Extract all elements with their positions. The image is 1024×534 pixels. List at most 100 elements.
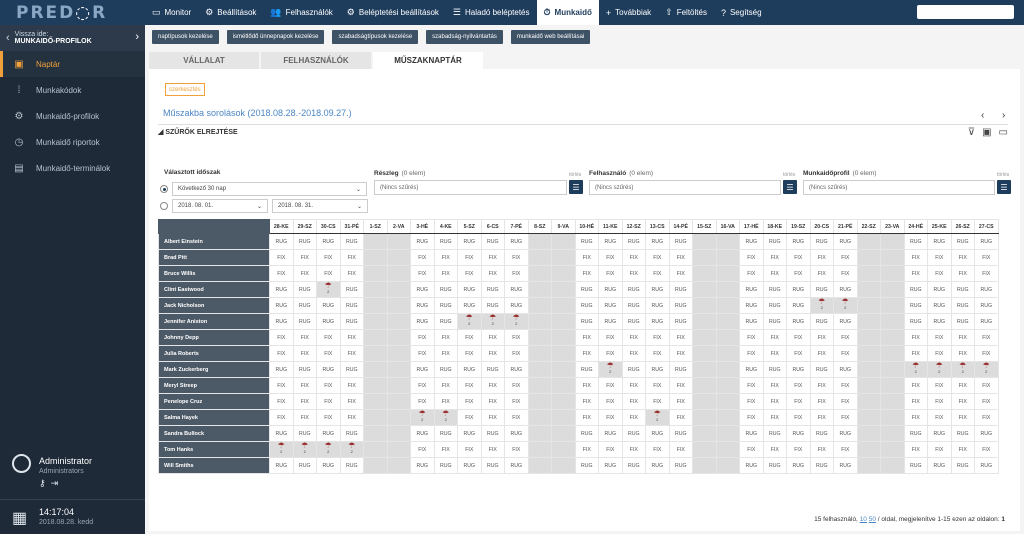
sidebar-item-terminal[interactable]: ▤ Munkaidő-terminálok bbox=[0, 155, 145, 181]
shift-cell[interactable]: RUG bbox=[668, 425, 693, 442]
weekend-cell[interactable] bbox=[692, 457, 717, 474]
shift-cell[interactable]: RUG bbox=[292, 281, 317, 298]
sick-leave-cell[interactable]: ☂ bbox=[927, 361, 952, 378]
shift-cell[interactable]: FIX bbox=[574, 345, 599, 362]
shift-cell[interactable]: RUG bbox=[269, 297, 294, 314]
sick-leave-cell[interactable]: ☂ bbox=[316, 441, 341, 458]
shift-cell[interactable]: RUG bbox=[903, 425, 928, 442]
shift-cell[interactable]: FIX bbox=[457, 329, 482, 346]
shift-cell[interactable]: RUG bbox=[339, 457, 364, 474]
shift-cell[interactable]: RUG bbox=[645, 425, 670, 442]
shift-cell[interactable]: FIX bbox=[786, 409, 811, 426]
shift-cell[interactable]: FIX bbox=[927, 265, 952, 282]
shift-cell[interactable]: RUG bbox=[645, 233, 670, 250]
weekend-cell[interactable] bbox=[551, 377, 576, 394]
period-to-select[interactable]: 2018. 08. 31. ⌄ bbox=[272, 199, 368, 213]
shift-cell[interactable]: RUG bbox=[269, 425, 294, 442]
employee-name[interactable]: Tom Hanks bbox=[158, 441, 270, 458]
tab-1[interactable]: FELHASZNÁLÓK bbox=[261, 52, 371, 69]
employee-name[interactable]: Will Smiths bbox=[158, 457, 270, 474]
predator-logo[interactable]: PRED◌R bbox=[0, 3, 145, 23]
shift-cell[interactable]: FIX bbox=[950, 265, 975, 282]
shift-cell[interactable]: FIX bbox=[292, 265, 317, 282]
shift-cell[interactable]: RUG bbox=[809, 233, 834, 250]
shift-cell[interactable]: FIX bbox=[574, 393, 599, 410]
weekend-cell[interactable] bbox=[386, 297, 411, 314]
shift-cell[interactable]: FIX bbox=[621, 393, 646, 410]
weekend-cell[interactable] bbox=[386, 345, 411, 362]
shift-cell[interactable]: FIX bbox=[903, 345, 928, 362]
weekend-cell[interactable] bbox=[880, 409, 905, 426]
weekend-cell[interactable] bbox=[856, 425, 881, 442]
shift-cell[interactable]: FIX bbox=[762, 441, 787, 458]
shift-cell[interactable]: RUG bbox=[339, 297, 364, 314]
shift-cell[interactable]: RUG bbox=[645, 297, 670, 314]
weekend-cell[interactable] bbox=[363, 361, 388, 378]
shift-cell[interactable]: RUG bbox=[927, 425, 952, 442]
shift-cell[interactable]: FIX bbox=[903, 393, 928, 410]
key-icon[interactable]: ⚷ bbox=[39, 478, 46, 488]
filter-profile-list-icon[interactable]: ☰ bbox=[997, 180, 1011, 194]
shift-cell[interactable]: FIX bbox=[598, 409, 623, 426]
shift-cell[interactable]: FIX bbox=[739, 441, 764, 458]
shift-cell[interactable]: FIX bbox=[269, 393, 294, 410]
employee-name[interactable]: Mark Zuckerberg bbox=[158, 361, 270, 378]
weekend-cell[interactable] bbox=[551, 361, 576, 378]
sick-leave-cell[interactable]: ☂ bbox=[269, 441, 294, 458]
weekend-cell[interactable] bbox=[363, 313, 388, 330]
employee-name[interactable]: Jennifer Aniston bbox=[158, 313, 270, 330]
shift-cell[interactable]: RUG bbox=[739, 233, 764, 250]
topnav-users[interactable]: 👥 Felhasználók bbox=[263, 0, 339, 25]
shift-cell[interactable]: FIX bbox=[433, 441, 458, 458]
filter-user-input[interactable]: (Nincs szűrés) bbox=[589, 180, 781, 195]
shift-cell[interactable]: FIX bbox=[668, 393, 693, 410]
weekend-cell[interactable] bbox=[856, 409, 881, 426]
shift-cell[interactable]: FIX bbox=[833, 345, 858, 362]
shift-cell[interactable]: RUG bbox=[457, 425, 482, 442]
shift-cell[interactable]: FIX bbox=[786, 265, 811, 282]
weekend-cell[interactable] bbox=[386, 361, 411, 378]
shift-cell[interactable]: FIX bbox=[457, 409, 482, 426]
shift-cell[interactable]: FIX bbox=[903, 329, 928, 346]
weekend-cell[interactable] bbox=[715, 441, 740, 458]
shift-cell[interactable]: FIX bbox=[410, 249, 435, 266]
shift-cell[interactable]: FIX bbox=[809, 329, 834, 346]
shift-cell[interactable]: FIX bbox=[668, 329, 693, 346]
shift-cell[interactable]: RUG bbox=[598, 313, 623, 330]
shift-cell[interactable]: FIX bbox=[668, 441, 693, 458]
weekend-cell[interactable] bbox=[880, 297, 905, 314]
shift-cell[interactable]: RUG bbox=[574, 313, 599, 330]
weekend-cell[interactable] bbox=[856, 457, 881, 474]
shift-cell[interactable]: FIX bbox=[504, 441, 529, 458]
shift-cell[interactable]: FIX bbox=[410, 265, 435, 282]
weekend-cell[interactable] bbox=[386, 281, 411, 298]
shift-cell[interactable]: RUG bbox=[809, 313, 834, 330]
shift-cell[interactable]: RUG bbox=[833, 361, 858, 378]
sidebar-item-profile[interactable]: ⚙ Munkaidő-profilok bbox=[0, 103, 145, 129]
shift-cell[interactable]: FIX bbox=[480, 441, 505, 458]
shift-cell[interactable]: RUG bbox=[833, 313, 858, 330]
shift-cell[interactable]: FIX bbox=[668, 265, 693, 282]
weekend-cell[interactable] bbox=[527, 297, 552, 314]
save-icon[interactable]: ▣ bbox=[982, 127, 991, 138]
shift-cell[interactable]: RUG bbox=[645, 281, 670, 298]
shift-cell[interactable]: RUG bbox=[786, 313, 811, 330]
shift-cell[interactable]: FIX bbox=[480, 249, 505, 266]
shift-cell[interactable]: FIX bbox=[433, 265, 458, 282]
shift-cell[interactable]: RUG bbox=[269, 457, 294, 474]
shift-cell[interactable]: FIX bbox=[621, 329, 646, 346]
shift-cell[interactable]: FIX bbox=[927, 345, 952, 362]
shift-cell[interactable]: FIX bbox=[974, 393, 999, 410]
shift-cell[interactable]: RUG bbox=[292, 457, 317, 474]
shift-cell[interactable]: FIX bbox=[668, 409, 693, 426]
weekend-cell[interactable] bbox=[692, 441, 717, 458]
shift-cell[interactable]: RUG bbox=[598, 457, 623, 474]
next-arrow-icon[interactable]: › bbox=[1002, 110, 1005, 121]
shift-cell[interactable]: FIX bbox=[786, 441, 811, 458]
shift-cell[interactable]: RUG bbox=[833, 233, 858, 250]
shift-cell[interactable]: RUG bbox=[739, 297, 764, 314]
shift-cell[interactable]: FIX bbox=[598, 249, 623, 266]
shift-cell[interactable]: FIX bbox=[950, 249, 975, 266]
shift-cell[interactable]: FIX bbox=[410, 441, 435, 458]
shift-cell[interactable]: FIX bbox=[621, 441, 646, 458]
